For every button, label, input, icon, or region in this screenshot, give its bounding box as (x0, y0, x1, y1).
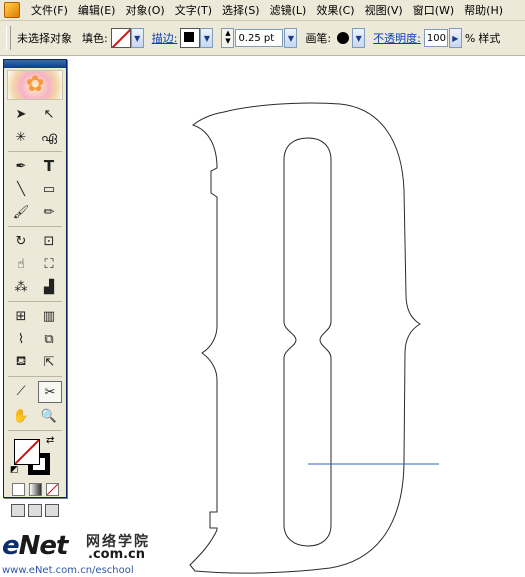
scissors-tool-icon[interactable]: ✂ (38, 381, 62, 403)
selection-status: 未选择对象 (17, 32, 72, 45)
live-paint-bucket-tool-icon[interactable]: ⛾ (10, 352, 32, 372)
style-label: 样式 (478, 32, 501, 45)
color-mode-buttons (4, 483, 66, 496)
opacity-unit: % (464, 31, 476, 45)
swap-fill-stroke-icon[interactable]: ⇄ (46, 435, 54, 446)
color-mode-button[interactable] (11, 483, 25, 496)
chevron-down-icon: ▼ (355, 33, 362, 43)
app-icon[interactable] (4, 2, 20, 18)
brush-label: 画笔: (305, 32, 332, 45)
fill-dropdown-button[interactable]: ▼ (130, 28, 144, 48)
watermark-url: www.eNet.com.cn/eschool (2, 565, 134, 576)
brush-dropdown-button[interactable]: ▼ (352, 28, 366, 48)
stroke-weight-spinner[interactable]: ▲ ▼ (221, 28, 235, 48)
line-segment-tool-icon[interactable]: ╲ (10, 179, 32, 199)
fill-swatch[interactable] (110, 28, 131, 48)
live-paint-selection-tool-icon[interactable]: ⇱ (38, 352, 60, 372)
watermark: eNet 网络学院 .com.cn www.eNet.com.cn/eschoo… (2, 531, 232, 577)
eyedropper-tool-icon[interactable]: ⌇ (10, 329, 32, 349)
chevron-down-icon: ▼ (134, 33, 141, 43)
stroke-weight-field[interactable]: 0.25 pt (235, 29, 284, 47)
screen-mode-buttons (4, 504, 66, 517)
artboard-canvas[interactable] (0, 57, 525, 577)
rotate-tool-icon[interactable]: ↻ (10, 231, 32, 251)
gradient-mode-button[interactable] (28, 483, 42, 496)
divider (8, 301, 62, 302)
menu-type[interactable]: 文字(T) (170, 2, 217, 18)
chevron-down-icon: ▼ (287, 33, 295, 43)
default-fill-stroke-icon[interactable]: ◩ (10, 465, 19, 475)
warp-tool-icon[interactable]: ☝ (10, 254, 32, 274)
hand-tool-icon[interactable]: ✋ (10, 406, 32, 426)
spinner-down-icon: ▼ (225, 37, 231, 45)
free-transform-tool-icon[interactable]: ⛶ (38, 254, 60, 274)
symbol-sprayer-tool-icon[interactable]: ⁂ (10, 277, 32, 297)
full-screen-mode-button[interactable] (45, 504, 59, 517)
watermark-domain: .com.cn (88, 547, 146, 562)
menu-file[interactable]: 文件(F) (26, 2, 73, 18)
menu-edit[interactable]: 编辑(E) (73, 2, 121, 18)
menu-filter[interactable]: 滤镜(L) (265, 2, 312, 18)
chevron-right-icon: ▶ (452, 33, 459, 43)
blend-tool-icon[interactable]: ⧉ (38, 329, 60, 349)
menu-effect[interactable]: 效果(C) (311, 2, 359, 18)
opacity-field[interactable]: 100 (423, 29, 448, 47)
app-logo (7, 70, 63, 100)
divider (8, 151, 62, 152)
brush-preview[interactable] (337, 32, 350, 44)
menu-object[interactable]: 对象(O) (120, 2, 169, 18)
pen-tool-icon[interactable]: ✒ (10, 156, 32, 176)
chevron-down-icon: ▼ (203, 33, 211, 43)
letter-d-outline[interactable] (0, 57, 525, 577)
menu-select[interactable]: 选择(S) (217, 2, 265, 18)
selection-tool-icon[interactable]: ➤ (10, 104, 32, 124)
pencil-tool-icon[interactable]: ✏ (38, 202, 60, 222)
scale-tool-icon[interactable]: ⊡ (38, 231, 60, 251)
magic-wand-tool-icon[interactable]: ✳ (10, 127, 32, 147)
mesh-tool-icon[interactable]: ⊞ (10, 306, 32, 326)
menu-window[interactable]: 窗口(W) (408, 2, 459, 18)
divider (8, 430, 62, 431)
fill-label: 填色: (82, 32, 108, 45)
full-screen-menu-mode-button[interactable] (28, 504, 42, 517)
fill-stroke-control: ⇄ ◩ (8, 435, 62, 479)
control-bar: 未选择对象 填色: ▼ 描边: ▼ ▲ ▼ 0.25 pt ▼ 画笔: ▼ 不透明… (0, 21, 525, 56)
column-graph-tool-icon[interactable]: ▟ (38, 277, 60, 297)
divider (8, 376, 62, 377)
direct-selection-tool-icon[interactable]: ↖ (38, 104, 60, 124)
menu-view[interactable]: 视图(V) (360, 2, 408, 18)
none-mode-button[interactable] (45, 483, 59, 496)
tools-panel: ➤ ↖ ✳ ഏ ✒ T ╲ ▭ 🖌 ✏ ↻ ⊡ ☝ ⛶ ⁂ ▟ ⊞ ▥ ⌇ ⧉ … (3, 59, 67, 517)
type-tool-icon[interactable]: T (38, 156, 60, 176)
paintbrush-tool-icon[interactable]: 🖌 (10, 202, 32, 222)
rectangle-tool-icon[interactable]: ▭ (38, 179, 60, 199)
opacity-label-link[interactable]: 不透明度: (373, 30, 421, 46)
opacity-flyout-button[interactable]: ▶ (448, 28, 462, 48)
stroke-label-link[interactable]: 描边: (152, 30, 178, 46)
stroke-weight-dropdown[interactable]: ▼ (284, 28, 298, 48)
menu-help[interactable]: 帮助(H) (459, 2, 508, 18)
spinner-up-icon: ▲ (225, 29, 231, 37)
lasso-tool-icon[interactable]: ഏ (38, 127, 60, 147)
letter-d-outer-path[interactable] (189, 102, 421, 574)
letter-d-counter-path[interactable] (283, 137, 332, 547)
standard-screen-mode-button[interactable] (11, 504, 25, 517)
stroke-swatch[interactable] (180, 28, 201, 48)
slice-tool-icon[interactable]: ⟋ (10, 381, 32, 401)
stroke-dropdown-button[interactable]: ▼ (200, 28, 214, 48)
gradient-tool-icon[interactable]: ▥ (38, 306, 60, 326)
zoom-tool-icon[interactable]: 🔍 (38, 406, 60, 426)
menu-bar: 文件(F) 编辑(E) 对象(O) 文字(T) 选择(S) 滤镜(L) 效果(C… (0, 0, 525, 21)
watermark-logo: eNet (2, 531, 68, 561)
toolbar-grip[interactable] (6, 26, 11, 50)
divider (8, 226, 62, 227)
fill-color-box[interactable] (14, 439, 40, 465)
tools-panel-titlebar[interactable] (4, 60, 66, 68)
